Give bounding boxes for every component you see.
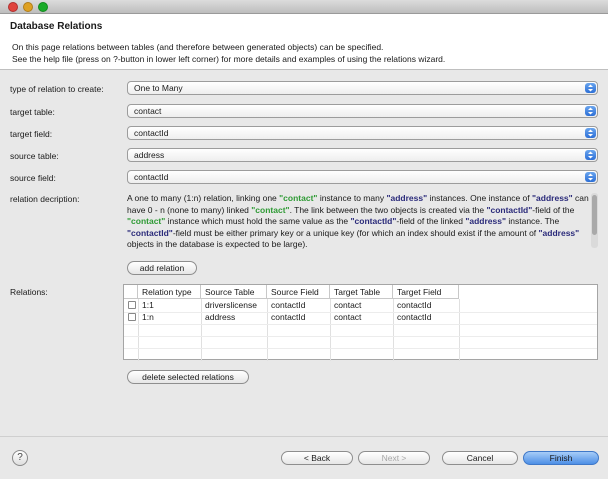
table-cell-target-table: contact: [334, 300, 362, 310]
source-table-select[interactable]: address: [127, 148, 598, 162]
table-cell-target-table: contact: [334, 312, 362, 322]
column-header-source-table[interactable]: Source Table: [201, 285, 267, 299]
window-titlebar: [0, 0, 608, 14]
source-field-value: contactId: [134, 172, 169, 182]
page-title: Database Relations: [10, 21, 103, 32]
select-arrows-icon: [585, 128, 596, 138]
table-cell-source-field: contactId: [271, 300, 306, 310]
target-field-select[interactable]: contactId: [127, 126, 598, 140]
column-header-target-field[interactable]: Target Field: [393, 285, 459, 299]
select-arrows-icon: [585, 83, 596, 93]
zoom-window-icon[interactable]: [38, 2, 48, 12]
table-cell-source-table: driverslicense: [205, 300, 257, 310]
page-description-line2: See the help file (press on ?-button in …: [12, 54, 446, 64]
target-field-value: contactId: [134, 128, 169, 138]
relations-table: Relation type Source Table Source Field …: [123, 284, 598, 361]
footer-divider: [0, 436, 608, 437]
table-cell-relation-type: 1:n: [142, 312, 154, 322]
relation-description-label: relation decription:: [10, 194, 80, 204]
scrollbar-thumb[interactable]: [592, 195, 597, 235]
wizard-header: Database Relations On this page relation…: [0, 14, 608, 70]
relation-description-text: A one to many (1:n) relation, linking on…: [127, 193, 589, 249]
cancel-button[interactable]: Cancel: [442, 451, 518, 465]
source-field-label: source field:: [10, 173, 56, 183]
table-cell-source-field: contactId: [271, 312, 306, 322]
column-header-relation-type[interactable]: Relation type: [138, 285, 201, 299]
help-icon[interactable]: ?: [12, 450, 28, 466]
relation-type-value: One to Many: [134, 83, 183, 93]
target-table-select[interactable]: contact: [127, 104, 598, 118]
minimize-window-icon[interactable]: [23, 2, 33, 12]
target-table-label: target table:: [10, 107, 55, 117]
table-cell-relation-type: 1:1: [142, 300, 154, 310]
select-arrows-icon: [585, 172, 596, 182]
table-cell-target-field: contactId: [397, 300, 432, 310]
relations-label: Relations:: [10, 287, 48, 297]
column-header-target-table[interactable]: Target Table: [330, 285, 393, 299]
finish-button[interactable]: Finish: [523, 451, 599, 465]
source-table-value: address: [134, 150, 165, 160]
add-relation-button[interactable]: add relation: [127, 261, 197, 275]
next-button[interactable]: Next >: [358, 451, 430, 465]
table-cell-source-table: address: [205, 312, 236, 322]
source-field-select[interactable]: contactId: [127, 170, 598, 184]
target-table-value: contact: [134, 106, 162, 116]
source-table-label: source table:: [10, 151, 59, 161]
select-arrows-icon: [585, 150, 596, 160]
relation-type-select[interactable]: One to Many: [127, 81, 598, 95]
row-checkbox[interactable]: [128, 301, 136, 309]
page-description-line1: On this page relations between tables (a…: [12, 42, 384, 52]
close-window-icon[interactable]: [8, 2, 18, 12]
column-header-source-field[interactable]: Source Field: [267, 285, 330, 299]
description-scrollbar[interactable]: [591, 193, 598, 248]
relation-type-label: type of relation to create:: [10, 84, 104, 94]
target-field-label: target field:: [10, 129, 53, 139]
row-checkbox[interactable]: [128, 313, 136, 321]
select-arrows-icon: [585, 106, 596, 116]
back-button[interactable]: < Back: [281, 451, 353, 465]
delete-selected-relations-button[interactable]: delete selected relations: [127, 370, 249, 384]
column-header-select: [124, 285, 138, 299]
table-cell-target-field: contactId: [397, 312, 432, 322]
